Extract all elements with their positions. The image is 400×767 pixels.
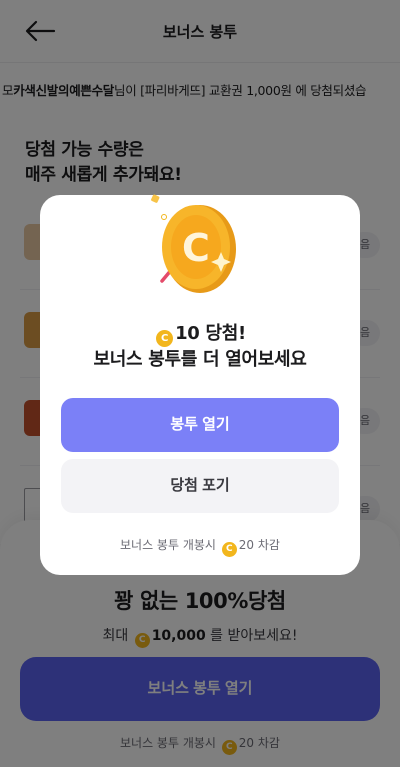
- win-label: 당첨!: [205, 323, 246, 344]
- modal-cost-note: 보너스 봉투 개봉시 C 20 차감: [40, 536, 360, 557]
- modal-prompt: 보너스 봉투를 더 열어보세요: [93, 349, 307, 370]
- coin-icon: C: [221, 542, 237, 557]
- modal-note-suffix: 차감: [257, 538, 280, 552]
- modal-note-amount: 20: [238, 538, 255, 552]
- win-amount-line: C 10 당첨!: [40, 319, 360, 347]
- gold-coin-icon: C: [151, 194, 236, 293]
- svg-text:C: C: [182, 226, 210, 270]
- open-envelope-modal-button[interactable]: 봉투 열기: [61, 398, 339, 452]
- modal-note-prefix: 보너스 봉투 개봉시: [120, 538, 216, 552]
- win-amount: 10: [175, 323, 200, 344]
- give-up-button[interactable]: 당첨 포기: [61, 459, 339, 513]
- win-result-modal: C C 10 당첨! 보너스 봉투를 더 열어보세요 봉투 열기 당첨 포기 보너…: [40, 194, 360, 575]
